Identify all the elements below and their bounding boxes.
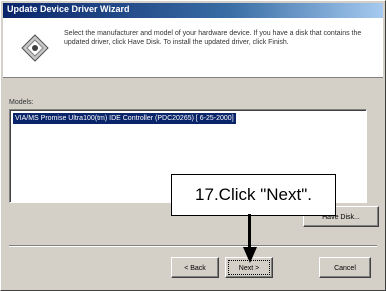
back-button[interactable]: < Back xyxy=(171,257,219,278)
wizard-instructions: Select the manufacturer and model of you… xyxy=(64,30,362,46)
arrow-down-icon xyxy=(243,247,257,263)
wizard-diamond-icon xyxy=(21,34,49,62)
model-list-item[interactable]: VIA/MS Promise Ultra100(tm) IDE Controll… xyxy=(13,113,236,124)
callout-arrow-icon xyxy=(248,214,251,248)
wizard-header: Select the manufacturer and model of you… xyxy=(3,18,383,78)
models-label: Models: xyxy=(9,99,34,106)
update-driver-wizard-window: Update Device Driver Wizard Select the m… xyxy=(0,0,386,291)
title-bar[interactable]: Update Device Driver Wizard xyxy=(3,3,383,18)
button-separator xyxy=(9,245,377,247)
instruction-callout: 17.Click "Next". xyxy=(171,174,336,216)
cancel-button[interactable]: Cancel xyxy=(319,257,371,278)
window-title: Update Device Driver Wizard xyxy=(7,4,130,14)
